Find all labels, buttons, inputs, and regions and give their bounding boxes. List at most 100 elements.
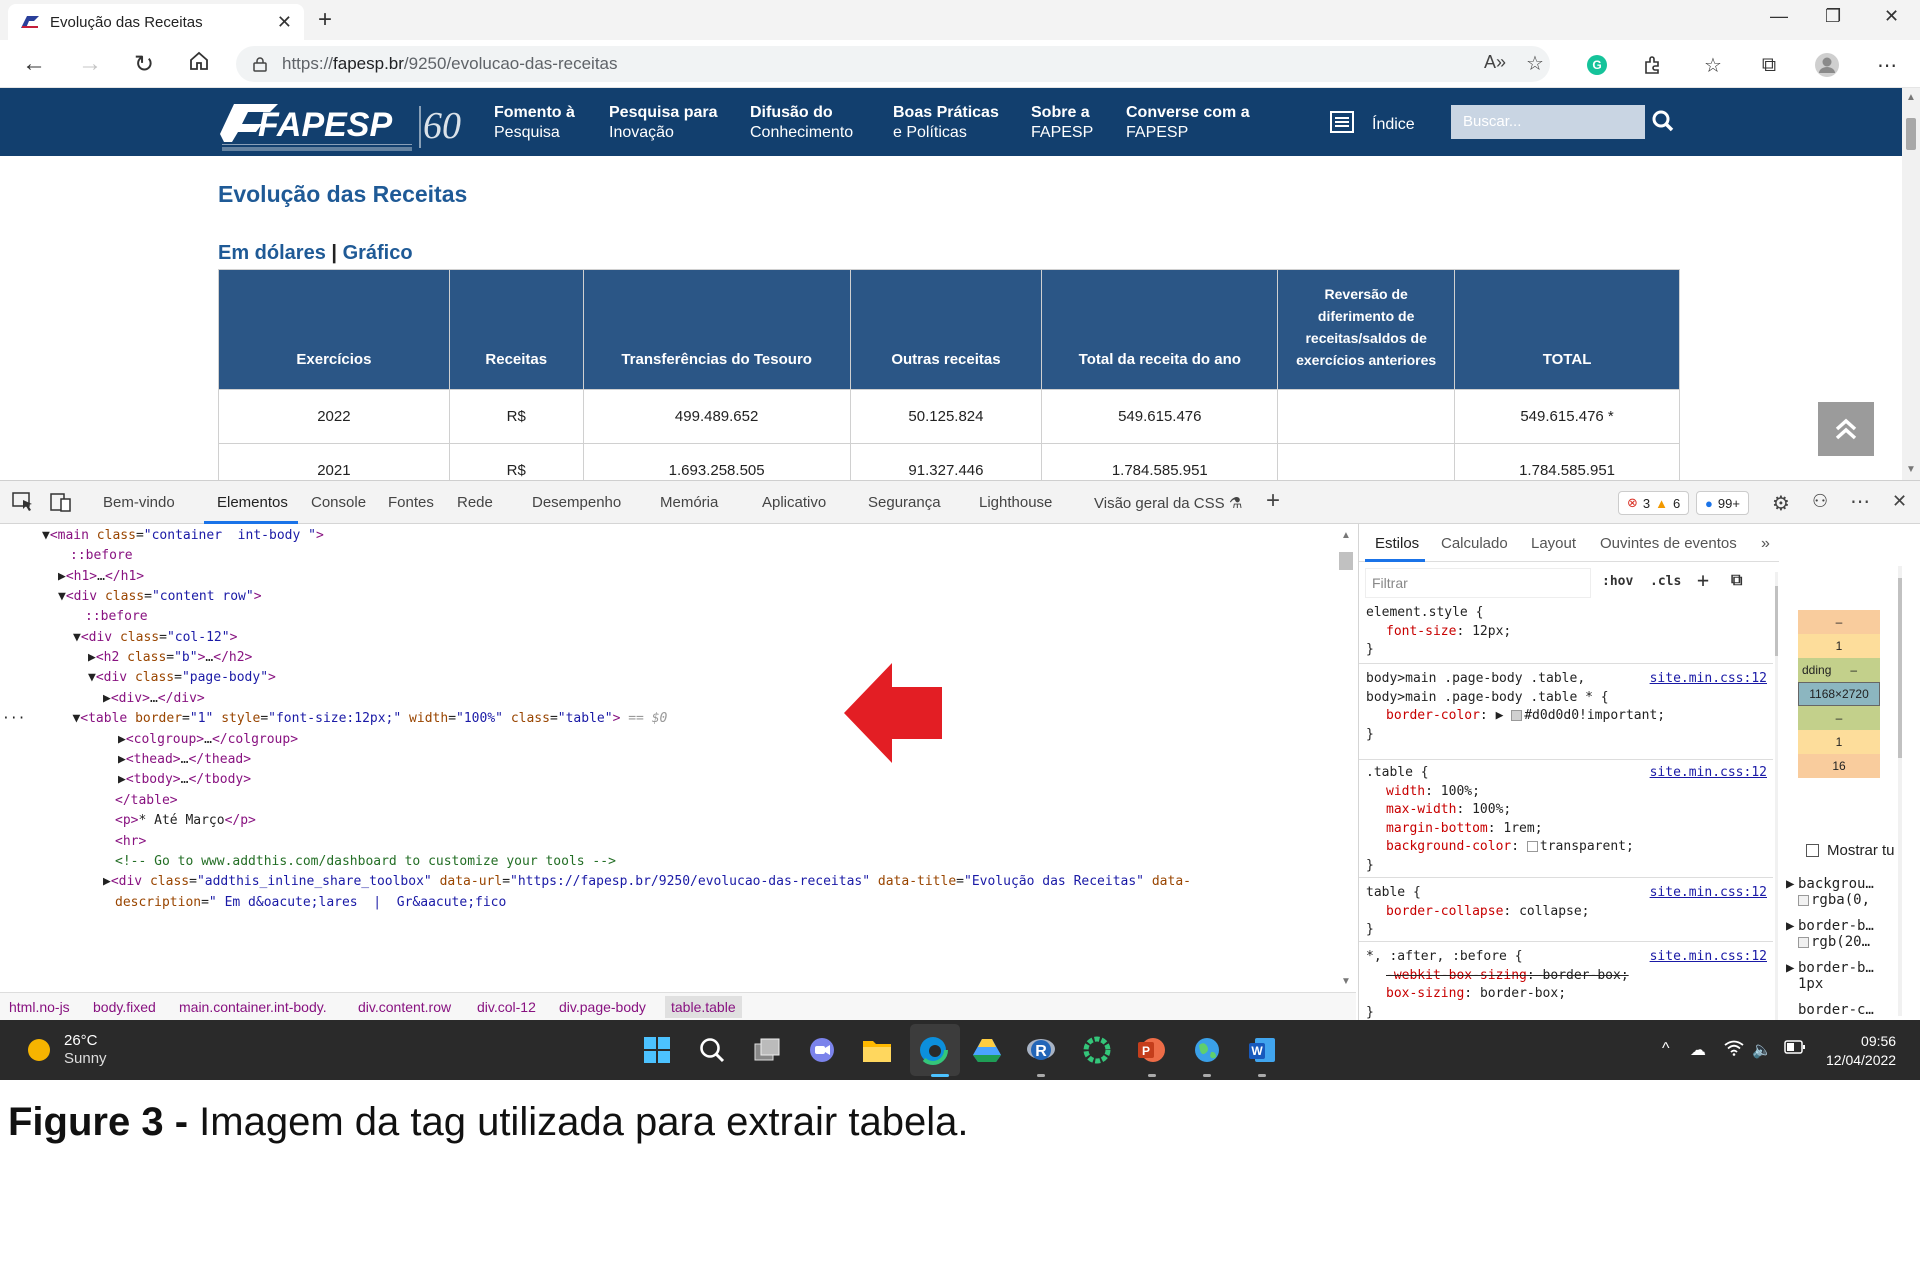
devtools-tab-security[interactable]: Segurança [868,494,941,511]
circular-app-icon[interactable] [1081,1034,1113,1066]
devtools-tab-welcome[interactable]: Bem-vindo [103,494,175,511]
device-toolbar-icon[interactable] [50,492,72,516]
styles-tab-listeners[interactable]: Ouvintes de eventos [1600,535,1737,552]
dom-node[interactable]: ▶<tbody>…</tbody> [118,770,251,790]
scrollbar-thumb[interactable] [1906,118,1916,150]
crumb-table[interactable]: table.table [665,996,742,1018]
dom-node[interactable]: ▼<div class="col-12"> [73,628,237,648]
devtools-tab-performance[interactable]: Desempenho [532,494,621,511]
scrollbar-thumb[interactable] [1339,552,1353,570]
site-search-input[interactable]: Buscar... [1451,105,1645,139]
hov-toggle[interactable]: :hov [1602,574,1633,589]
nav-fomento[interactable]: Fomento à Pesquisa [494,103,575,143]
link-em-dolares[interactable]: Em dólares [218,242,326,264]
edge-browser-icon[interactable] [917,1034,949,1066]
back-to-top-button[interactable] [1818,402,1874,456]
nav-difusao[interactable]: Difusão do Conhecimento [750,103,853,143]
dom-node[interactable]: ▼<main class="container int-body "> [42,526,324,546]
rule-page-body-table[interactable]: body>main .page-body .table, body>main .… [1359,670,1773,760]
devtools-tab-sources[interactable]: Fontes [388,494,434,511]
add-panel-icon[interactable]: + [1266,487,1280,515]
powerpoint-icon[interactable]: P [1135,1034,1167,1066]
dom-node[interactable]: </table> [115,791,178,811]
styles-tab-estilos[interactable]: Estilos [1375,535,1419,552]
source-link[interactable]: site.min.css:12 [1650,670,1767,689]
crumb-page-body[interactable]: div.page-body [559,999,646,1015]
dom-node[interactable]: ▶<div>…</div> [103,689,205,709]
dom-scrollbar[interactable]: ▲ ▼ [1336,530,1356,992]
link-grafico[interactable]: Gráfico [343,242,413,264]
styles-tab-layout[interactable]: Layout [1531,535,1576,552]
scroll-up-icon[interactable]: ▲ [1341,530,1351,541]
crumb-content-row[interactable]: div.content.row [358,999,451,1015]
styles-filter-input[interactable]: Filtrar [1365,568,1591,598]
teams-chat-icon[interactable] [806,1034,838,1066]
issues-badge[interactable]: ⊗ 3 ▲ 6 [1618,491,1690,515]
devtools-tab-network[interactable]: Rede [457,494,493,511]
nav-pesquisa-inovacao[interactable]: Pesquisa para Inovação [609,103,718,143]
dom-node[interactable]: ::before [70,546,133,566]
crumb-html[interactable]: html.no-js [9,999,70,1015]
computed-prop[interactable]: border-c… [1798,1002,1874,1018]
windows-start-icon[interactable] [641,1034,673,1066]
dom-tree[interactable]: ▼<main class="container int-body "> ::be… [0,524,1356,992]
cloud-icon[interactable]: ☁ [1690,1040,1706,1060]
rule-table-element[interactable]: table { border-collapse: collapse; } sit… [1359,884,1773,942]
nav-sobre[interactable]: Sobre a FAPESP [1031,103,1093,143]
chevron-up-icon[interactable]: ^ [1662,1040,1670,1058]
source-link[interactable]: site.min.css:12 [1650,764,1767,783]
scroll-down-icon[interactable]: ▼ [1906,464,1916,475]
dom-node[interactable]: ▶<h2 class="b">…</h2> [88,648,252,668]
dom-node[interactable]: ▶<colgroup>…</colgroup> [118,730,298,750]
file-explorer-icon[interactable] [861,1034,893,1066]
devtools-tab-css-overview[interactable]: Visão geral da CSS ⚗ [1094,494,1242,512]
rule-table-class[interactable]: .table { width: 100%; max-width: 100%; m… [1359,764,1773,878]
source-link[interactable]: site.min.css:12 [1650,884,1767,903]
computed-scrollbar[interactable] [1898,566,1902,1016]
search-icon[interactable] [1652,110,1674,137]
feedback-icon[interactable]: ⚇ [1812,491,1828,512]
devtools-tab-memory[interactable]: Memória [660,494,718,511]
dom-node[interactable]: ▶<thead>…</thead> [118,750,251,770]
indice-link[interactable]: Índice [1330,111,1415,138]
styles-tab-calculado[interactable]: Calculado [1441,535,1508,552]
task-view-icon[interactable] [751,1034,783,1066]
dom-node-selected[interactable]: ··· ▼<table border="1" style="font-size:… [2,709,667,729]
rule-element-style[interactable]: element.style { font-size: 12px; } [1359,604,1773,664]
computed-prop[interactable]: ▶ backgrou… rgba(0, [1786,876,1874,908]
dom-node[interactable]: ::before [85,607,148,627]
volume-icon[interactable]: 🔈 [1752,1040,1772,1060]
toggle-sidebar-icon[interactable]: ⧉ [1731,570,1742,590]
computed-prop[interactable]: ▶ border-b… 1px [1786,960,1874,992]
weather-widget[interactable]: 26°C Sunny [28,1032,107,1068]
word-icon[interactable]: W [1246,1034,1278,1066]
inspect-element-icon[interactable] [12,492,34,516]
messages-badge[interactable]: ● 99+ [1696,491,1749,515]
wifi-icon[interactable] [1724,1040,1744,1061]
devtools-tab-elements[interactable]: Elementos [217,494,288,511]
more-tabs-icon[interactable]: » [1761,535,1770,553]
crumb-main[interactable]: main.container.int-body. [179,999,327,1015]
search-icon[interactable] [696,1034,728,1066]
devtools-tab-application[interactable]: Aplicativo [762,494,826,511]
scroll-up-icon[interactable]: ▲ [1906,92,1916,103]
show-all-toggle[interactable]: Mostrar tu [1806,842,1895,859]
show-all-checkbox[interactable] [1806,844,1819,857]
dom-node[interactable]: ▶<h1>…</h1> [58,567,144,587]
drive-app-icon[interactable] [971,1034,1003,1066]
settings-gear-icon[interactable]: ⚙ [1772,491,1790,516]
page-scrollbar[interactable]: ▲ ▼ [1902,88,1920,480]
dom-node[interactable]: description=" Em d&oacute;lares | Gr&aac… [115,893,506,913]
fapesp-logo[interactable]: FAPESP 60 [218,96,478,154]
rule-universal[interactable]: *, :after, :before { -webkit-box-sizing:… [1359,948,1773,1020]
system-clock[interactable]: 09:56 12/04/2022 [1826,1032,1896,1070]
close-devtools-icon[interactable]: ✕ [1892,491,1907,512]
dom-node[interactable]: <!-- Go to www.addthis.com/dashboard to … [115,852,616,872]
new-rule-icon[interactable]: + [1697,568,1709,592]
r-language-icon[interactable]: R [1025,1034,1057,1066]
dom-node[interactable]: ▼<div class="content row"> [58,587,262,607]
nav-boas-praticas[interactable]: Boas Práticas e Políticas [893,103,999,143]
globe-app-icon[interactable] [1191,1034,1223,1066]
crumb-body[interactable]: body.fixed [93,999,156,1015]
devtools-more-icon[interactable]: ⋯ [1850,489,1870,514]
